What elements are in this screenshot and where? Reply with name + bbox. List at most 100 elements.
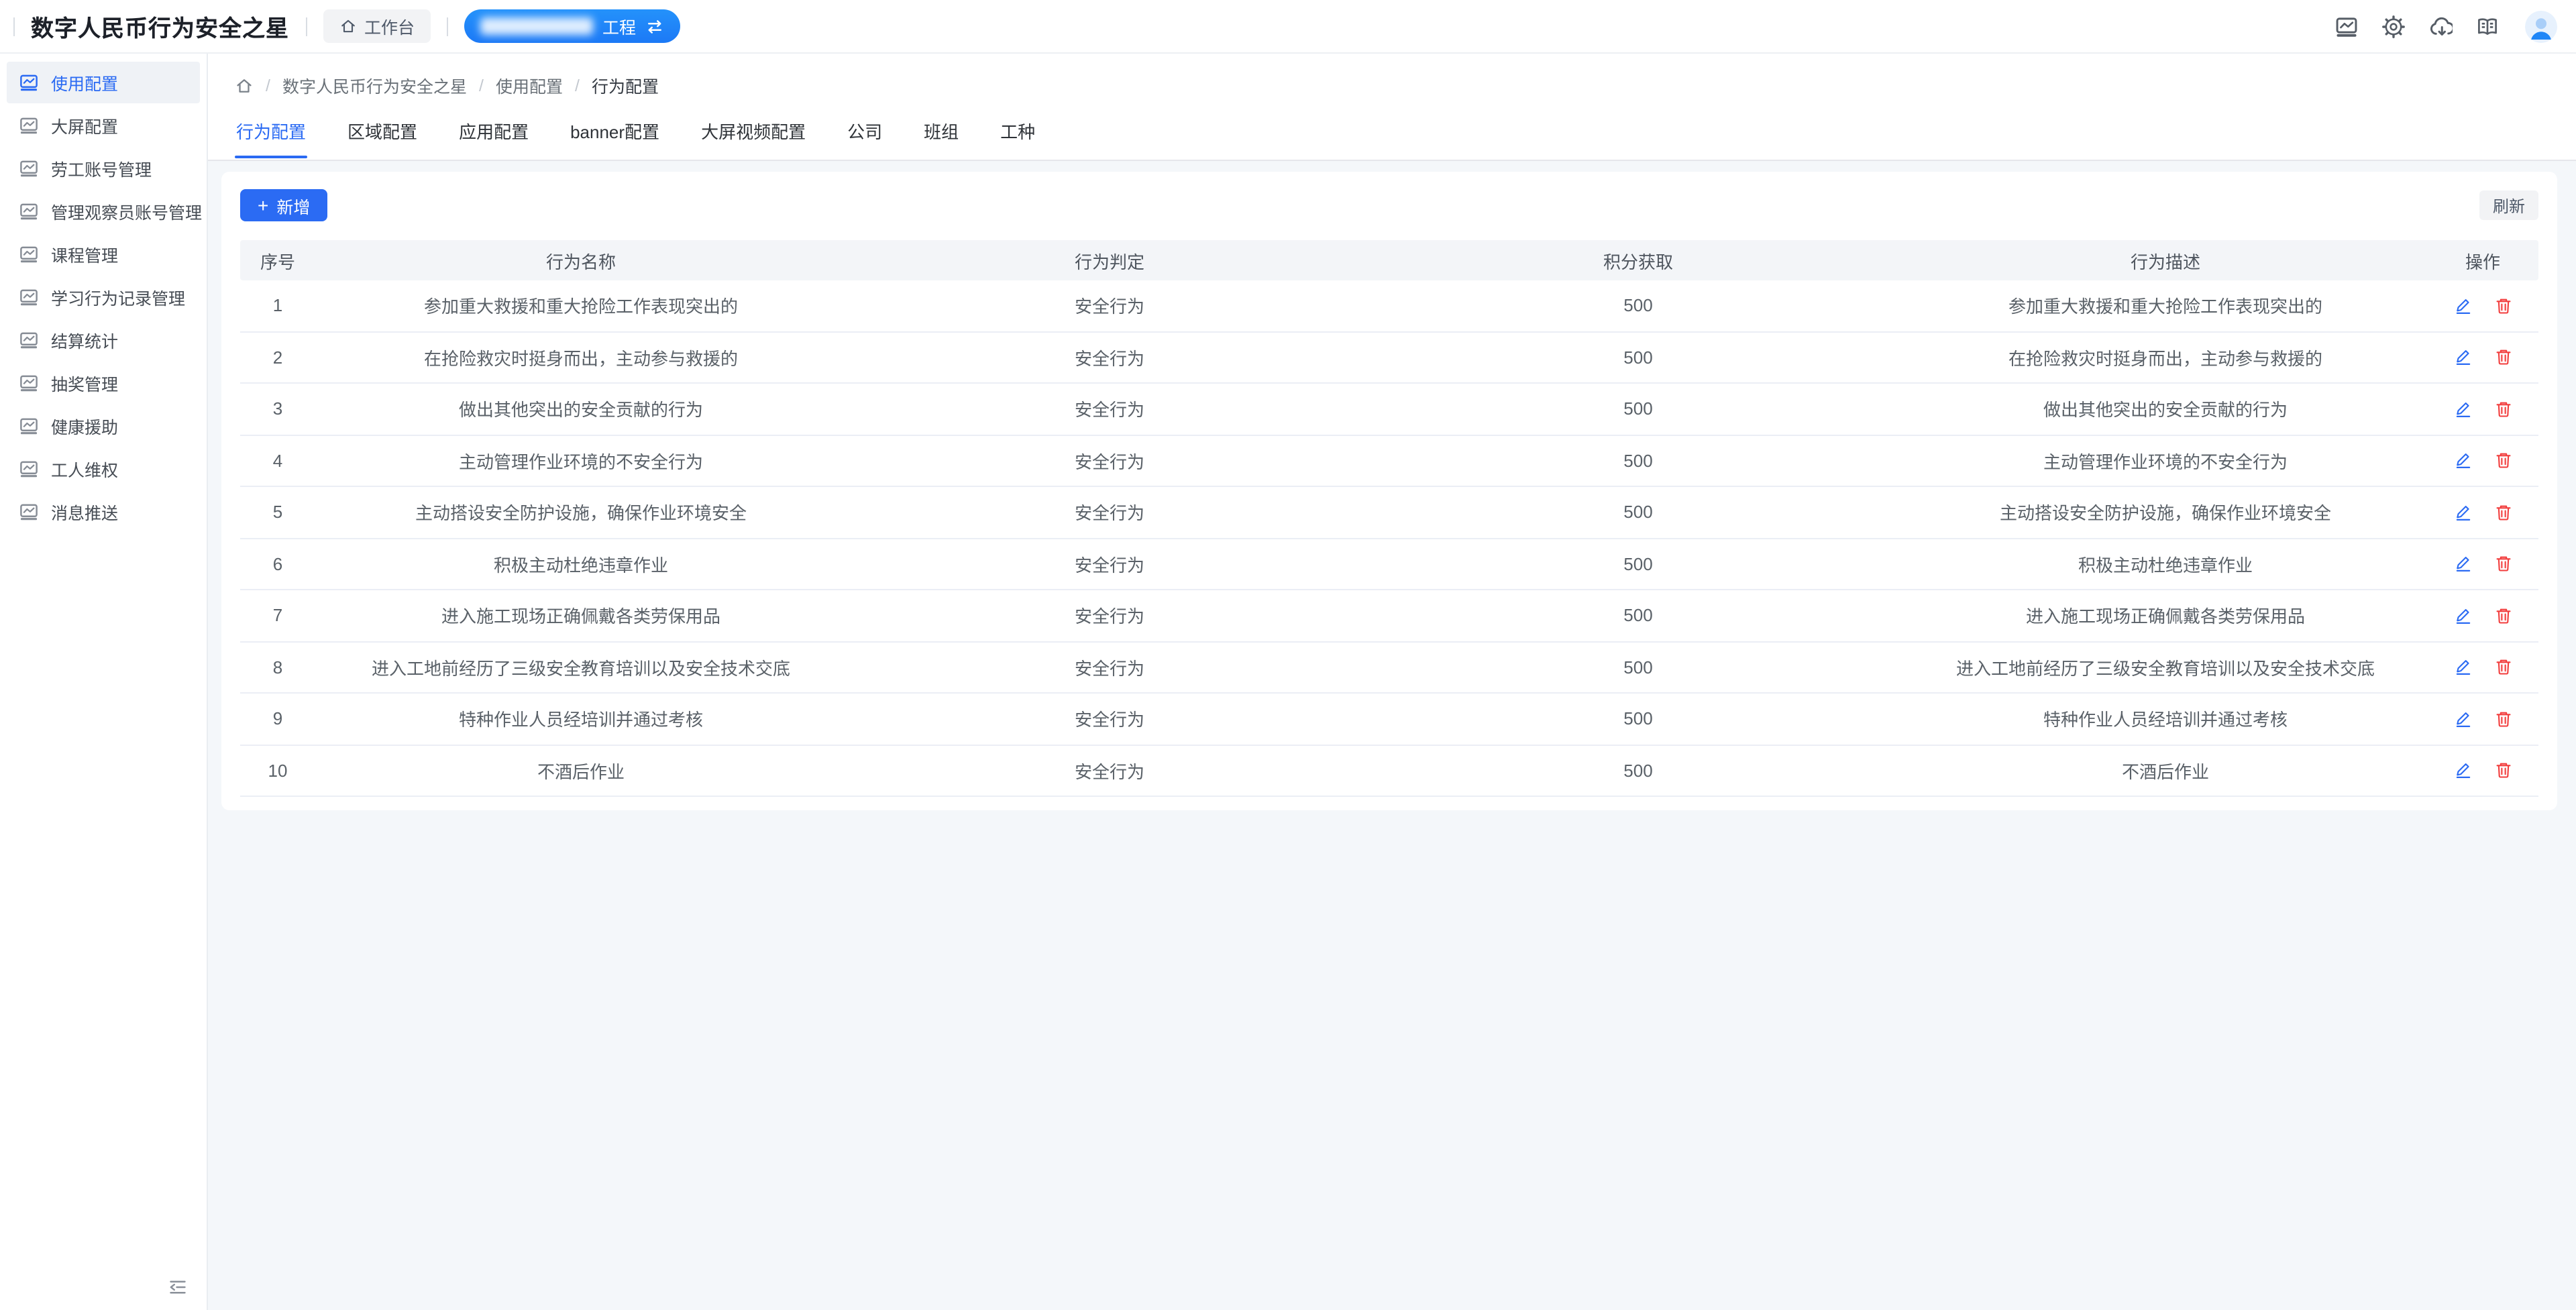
user-avatar[interactable] — [2525, 10, 2557, 42]
cell-behavior-name: 积极主动杜绝违章作业 — [315, 551, 847, 577]
delete-icon[interactable] — [2493, 400, 2512, 419]
tab-label: 公司 — [847, 122, 882, 142]
edit-icon[interactable] — [2453, 451, 2472, 470]
sidebar-menu: 使用配置 大屏配置 劳工账号管理 管理观察员账号管理 — [0, 62, 207, 533]
breadcrumb-item[interactable]: / 数字人民币行为安全之星 — [254, 72, 467, 98]
edit-icon[interactable] — [2453, 503, 2472, 522]
cell-score: 500 — [1373, 399, 1904, 419]
edit-icon[interactable] — [2453, 606, 2472, 625]
tab[interactable]: 大屏视频配置 — [700, 118, 807, 158]
delete-icon[interactable] — [2493, 658, 2512, 677]
breadcrumb-item[interactable]: / 使用配置 — [467, 72, 563, 98]
cell-index: 8 — [240, 657, 315, 677]
edit-icon[interactable] — [2453, 555, 2472, 574]
project-name-redacted — [480, 17, 593, 35]
settings-gear-icon[interactable] — [2381, 14, 2406, 38]
edit-icon[interactable] — [2453, 761, 2472, 780]
tab[interactable]: 班组 — [922, 118, 960, 158]
refresh-button[interactable]: 刷新 — [2479, 190, 2538, 220]
plus-icon: + — [258, 195, 268, 214]
cell-behavior-judge: 安全行为 — [847, 448, 1373, 474]
cell-behavior-judge: 安全行为 — [847, 551, 1373, 577]
cell-operations — [2427, 503, 2538, 522]
table-row: 2 在抢险救灾时挺身而出，主动参与救援的 安全行为 500 在抢险救灾时挺身而出… — [240, 332, 2538, 384]
tab[interactable]: banner配置 — [569, 118, 661, 158]
tab[interactable]: 行为配置 — [235, 118, 307, 158]
sidebar-item-label: 消息推送 — [51, 499, 118, 525]
cell-operations — [2427, 606, 2538, 625]
table-column-header: 积分获取 — [1373, 248, 1904, 273]
sidebar-item[interactable]: 消息推送 — [7, 491, 200, 533]
add-button[interactable]: + 新增 — [240, 189, 327, 221]
handbook-icon[interactable] — [2475, 14, 2500, 38]
table-column-header: 序号 — [240, 248, 315, 273]
sidebar-item-label: 劳工账号管理 — [51, 156, 152, 181]
cell-behavior-judge: 安全行为 — [847, 706, 1373, 732]
table-row: 10 不酒后作业 安全行为 500 不酒后作业 — [240, 745, 2538, 797]
delete-icon[interactable] — [2493, 348, 2512, 367]
cell-behavior-desc: 进入施工现场正确佩戴各类劳保用品 — [1904, 603, 2427, 629]
cell-behavior-desc: 特种作业人员经培训并通过考核 — [1904, 706, 2427, 732]
cell-operations — [2427, 710, 2538, 728]
sidebar-item[interactable]: 抽奖管理 — [7, 362, 200, 404]
cell-behavior-name: 参加重大救援和重大抢险工作表现突出的 — [315, 293, 847, 319]
cell-behavior-desc: 积极主动杜绝违章作业 — [1904, 551, 2427, 577]
tab[interactable]: 区域配置 — [346, 118, 419, 158]
table-column-header: 行为名称 — [315, 248, 847, 273]
sidebar-item-label: 学习行为记录管理 — [51, 284, 185, 310]
sidebar-item-label: 使用配置 — [51, 70, 118, 95]
cell-behavior-judge: 安全行为 — [847, 345, 1373, 370]
edit-icon[interactable] — [2453, 348, 2472, 367]
monitor-chart-icon[interactable] — [2334, 14, 2359, 38]
monitor-screen-icon — [19, 330, 39, 350]
sidebar-item[interactable]: 大屏配置 — [7, 105, 200, 146]
sidebar-item[interactable]: 结算统计 — [7, 319, 200, 361]
monitor-screen-icon — [19, 459, 39, 479]
edit-icon[interactable] — [2453, 710, 2472, 728]
tab-label: 班组 — [924, 122, 959, 142]
tab[interactable]: 工种 — [999, 118, 1036, 158]
sidebar-item[interactable]: 管理观察员账号管理 — [7, 190, 200, 232]
workbench-label: 工作台 — [364, 13, 415, 39]
cell-score: 500 — [1373, 606, 1904, 626]
sidebar-item[interactable]: 工人维权 — [7, 448, 200, 490]
cell-behavior-judge: 安全行为 — [847, 603, 1373, 629]
edit-icon[interactable] — [2453, 658, 2472, 677]
table-row: 4 主动管理作业环境的不安全行为 安全行为 500 主动管理作业环境的不安全行为 — [240, 435, 2538, 487]
sidebar-item[interactable]: 学习行为记录管理 — [7, 276, 200, 318]
breadcrumb-item[interactable]: / 行为配置 — [563, 72, 659, 98]
project-switcher-pill[interactable]: 工程 — [464, 9, 680, 43]
cell-score: 500 — [1373, 296, 1904, 316]
delete-icon[interactable] — [2493, 451, 2512, 470]
collapse-sidebar-icon[interactable] — [168, 1276, 188, 1297]
tab-label: banner配置 — [570, 122, 659, 142]
cloud-download-icon[interactable] — [2428, 14, 2453, 38]
breadcrumb-home-icon[interactable] — [235, 76, 254, 95]
cell-index: 1 — [240, 296, 315, 316]
edit-icon[interactable] — [2453, 400, 2472, 419]
delete-icon[interactable] — [2493, 555, 2512, 574]
delete-icon[interactable] — [2493, 761, 2512, 780]
divider — [447, 17, 448, 36]
sidebar-item[interactable]: 使用配置 — [7, 62, 200, 103]
delete-icon[interactable] — [2493, 296, 2512, 315]
sidebar-item[interactable]: 健康援助 — [7, 405, 200, 447]
table-row: 5 主动搭设安全防护设施，确保作业环境安全 安全行为 500 主动搭设安全防护设… — [240, 487, 2538, 539]
edit-icon[interactable] — [2453, 296, 2472, 315]
tab[interactable]: 应用配置 — [458, 118, 530, 158]
sidebar-item[interactable]: 课程管理 — [7, 233, 200, 275]
delete-icon[interactable] — [2493, 503, 2512, 522]
cell-score: 500 — [1373, 554, 1904, 574]
cell-index: 2 — [240, 347, 315, 368]
cell-score: 500 — [1373, 761, 1904, 781]
monitor-screen-icon — [19, 72, 39, 93]
delete-icon[interactable] — [2493, 606, 2512, 625]
cell-behavior-desc: 做出其他突出的安全贡献的行为 — [1904, 396, 2427, 422]
delete-icon[interactable] — [2493, 710, 2512, 728]
sidebar-item[interactable]: 劳工账号管理 — [7, 148, 200, 189]
tab[interactable]: 公司 — [846, 118, 883, 158]
home-icon — [339, 17, 356, 35]
cell-behavior-desc: 进入工地前经历了三级安全教育培训以及安全技术交底 — [1904, 655, 2427, 680]
table-row: 6 积极主动杜绝违章作业 安全行为 500 积极主动杜绝违章作业 — [240, 539, 2538, 590]
workbench-button[interactable]: 工作台 — [323, 9, 431, 43]
